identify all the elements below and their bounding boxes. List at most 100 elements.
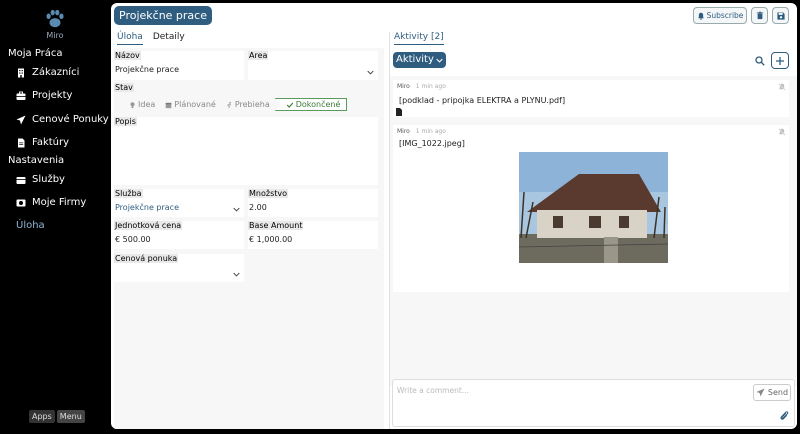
apps-button[interactable]: Apps (29, 410, 55, 423)
area-label: Area (248, 51, 269, 60)
delete-button[interactable] (751, 7, 768, 24)
activity-pane: Aktivity [2] Aktivity Miro 1 min ago [po… (390, 32, 797, 429)
activity-text[interactable]: [IMG_1022.jpeg] (399, 139, 465, 148)
send-button[interactable]: Send (753, 384, 791, 401)
task-form: Názov Projekčne prace Area Stav Idea Plá… (114, 48, 384, 429)
activity-meta: Miro 1 min ago (397, 128, 446, 135)
menu-button[interactable]: Menu (56, 410, 85, 423)
chevron-down-icon (233, 207, 240, 212)
status-stepper: Idea Plánované Prebieha Dokončené (124, 98, 348, 111)
sluzba-label: Služba (114, 189, 143, 198)
sidebar-item-zakaznici[interactable]: Zákazníci (16, 67, 79, 78)
cena-label: Jednotková cena (114, 221, 183, 230)
lightbulb-icon (130, 101, 135, 108)
chevron-down-icon (233, 272, 240, 277)
sluzba-value: Projekčne prace (115, 203, 179, 212)
activity-text[interactable]: [podklad - pripojka ELEKTRA a PLYNU.pdf] (399, 96, 565, 105)
sidebar-item-label: Cenové Ponuky (32, 114, 109, 125)
search-icon[interactable] (755, 56, 765, 66)
add-activity-button[interactable] (771, 52, 789, 69)
mnozstvo-value: 2.00 (249, 203, 267, 212)
nazov-field[interactable]: Názov Projekčne prace (114, 51, 244, 80)
plus-icon (776, 56, 784, 65)
chevron-down-icon (367, 70, 374, 75)
tab-bar: Úloha Detaily (117, 32, 185, 45)
sluzba-select[interactable]: Služba Projekčne prace (114, 189, 244, 217)
popis-textarea[interactable]: Popis (114, 117, 378, 185)
id-card-icon (16, 199, 26, 206)
popis-label: Popis (114, 117, 137, 126)
bell-slash-icon[interactable] (778, 128, 786, 136)
status-dokoncene-label: Dokončené (295, 100, 341, 109)
sidebar-item-label: Faktúry (32, 137, 70, 148)
send-label: Send (767, 388, 789, 397)
bell-icon (697, 12, 704, 20)
sidebar-item-moje-firmy[interactable]: Moje Firmy (16, 197, 86, 208)
status-dokoncene[interactable]: Dokončené (274, 98, 348, 111)
sidebar-item-cenove-ponuky[interactable]: Cenové Ponuky (16, 114, 109, 125)
save-button[interactable] (772, 7, 789, 24)
floppy-icon (776, 11, 785, 20)
status-planovane-label: Plánované (174, 100, 216, 109)
activity-item: Miro 1 min ago [IMG_1022.jpeg] (393, 125, 789, 292)
sidebar-item-faktury[interactable]: Faktúry (16, 137, 69, 148)
file-icon (396, 108, 402, 116)
cena-value: € 500.00 (115, 235, 151, 244)
building-icon (18, 68, 24, 77)
activity-list: Miro 1 min ago [podklad - pripojka ELEKT… (390, 76, 797, 386)
ponuka-label: Cenová ponuka (114, 254, 179, 263)
base-amount-field: Base Amount € 1,000.00 (248, 221, 378, 249)
sidebar-item-label: Služby (32, 174, 65, 185)
comment-input[interactable]: Write a comment... (397, 386, 469, 395)
tab-uloha[interactable]: Úloha (117, 32, 143, 45)
jednotkova-cena-field[interactable]: Jednotková cena € 500.00 (114, 221, 244, 249)
comment-box[interactable]: Write a comment... Send (392, 379, 795, 427)
sidebar-item-uloha[interactable]: Úloha (16, 220, 45, 231)
sidebar-item-label: Úloha (16, 220, 45, 231)
calendar-icon (165, 102, 172, 108)
section-nastavenia: Nastavenia (8, 155, 65, 166)
tab-detaily[interactable]: Detaily (153, 32, 185, 45)
activity-time: 1 min ago (415, 128, 446, 135)
sidebar-item-label: Projekty (32, 90, 73, 101)
running-icon (227, 101, 231, 108)
tab-aktivity[interactable]: Aktivity [2] (394, 32, 444, 45)
trash-icon (756, 11, 763, 20)
box-icon (16, 176, 26, 184)
sidebar: Miro Moja Práca Zákazníci Projekty Cenov… (0, 0, 110, 434)
main-panel: Projekčne prace Subscribe Úloha Detaily … (111, 3, 797, 429)
house-photo[interactable] (519, 152, 668, 263)
check-icon (286, 102, 293, 108)
activity-author: Miro (397, 128, 410, 135)
stav-label: Stav (114, 83, 134, 92)
sidebar-item-projekty[interactable]: Projekty (16, 90, 72, 101)
mnozstvo-label: Množstvo (248, 189, 288, 198)
user-name: Miro (46, 31, 64, 40)
briefcase-icon (16, 91, 26, 100)
page-title: Projekčne prace (114, 6, 212, 25)
status-idea-label: Idea (138, 100, 156, 109)
paperclip-icon[interactable] (779, 410, 789, 421)
send-icon (16, 115, 26, 124)
activity-author: Miro (397, 83, 410, 90)
area-select[interactable]: Area (248, 51, 378, 80)
subscribe-label: Subscribe (706, 11, 744, 20)
mnozstvo-field[interactable]: Množstvo 2.00 (248, 189, 378, 217)
subscribe-button[interactable]: Subscribe (693, 7, 747, 24)
base-value: € 1,000.00 (249, 235, 293, 244)
nazov-label: Názov (114, 51, 141, 60)
status-planovane[interactable]: Plánované (160, 100, 221, 109)
status-prebieha-label: Prebieha (234, 100, 270, 109)
activity-time: 1 min ago (415, 83, 446, 90)
activity-meta: Miro 1 min ago (397, 83, 446, 90)
bell-slash-icon[interactable] (778, 83, 786, 91)
sidebar-item-sluzby[interactable]: Služby (16, 174, 65, 185)
cenova-ponuka-select[interactable]: Cenová ponuka (114, 254, 244, 282)
activity-item: Miro 1 min ago [podklad - pripojka ELEKT… (393, 80, 789, 117)
status-prebieha[interactable]: Prebieha (221, 100, 275, 109)
paw-logo-icon (46, 9, 64, 28)
base-label: Base Amount (248, 221, 304, 230)
status-idea[interactable]: Idea (124, 100, 160, 109)
nazov-value: Projekčne prace (115, 65, 179, 74)
activity-filter-select[interactable]: Aktivity (393, 52, 446, 68)
